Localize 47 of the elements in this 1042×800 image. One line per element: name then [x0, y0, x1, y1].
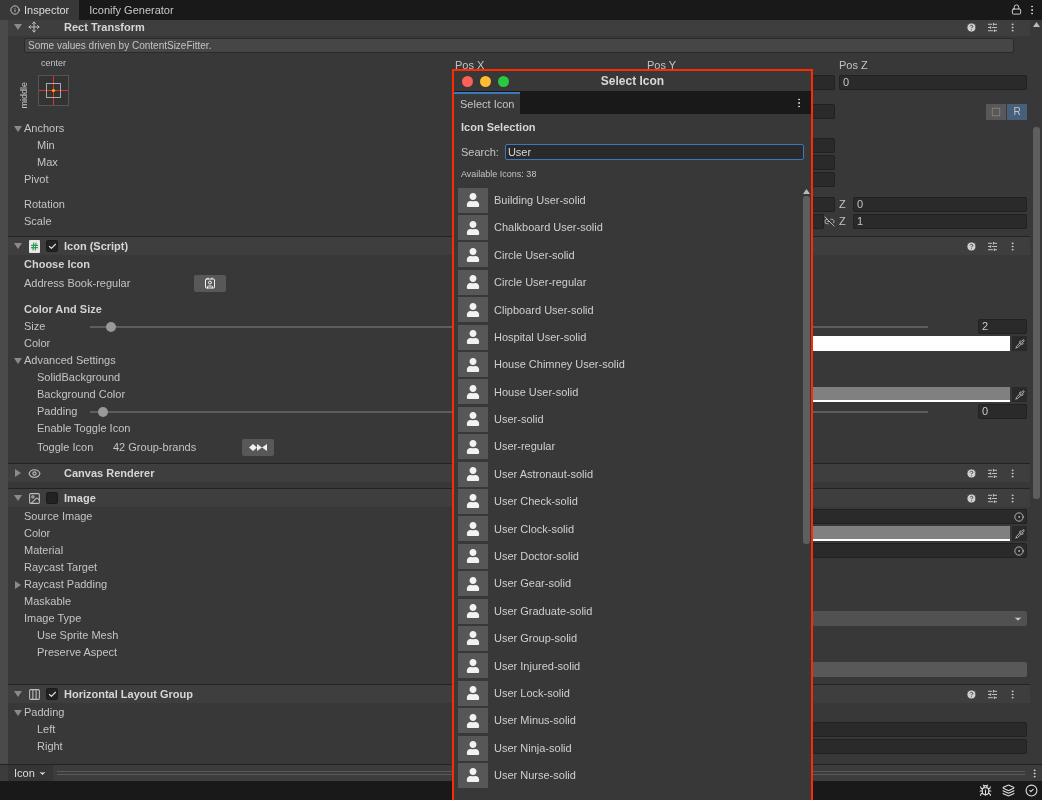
field-label: Scale	[24, 214, 53, 230]
field-label: Pivot	[24, 172, 50, 188]
section-heading: Icon Selection	[461, 120, 537, 135]
field-label: Size	[24, 319, 47, 335]
info-notice: Some values driven by ContentSizeFitter.	[24, 38, 1014, 53]
component-title: Icon (Script)	[64, 238, 129, 254]
field-label: Address Book-regular	[24, 275, 131, 291]
field-label: Min	[37, 138, 56, 154]
field-label: Material	[24, 543, 64, 559]
axis-label: Z	[839, 197, 847, 213]
horizontal-anchor-label: center	[41, 57, 67, 70]
section-heading: Choose Icon	[24, 257, 90, 273]
field-label: SolidBackground	[37, 370, 121, 386]
field-label: Color	[24, 526, 51, 542]
field-label: Toggle Icon	[37, 439, 95, 455]
field-label: Padding	[24, 705, 65, 721]
field-label: Image Type	[24, 611, 82, 627]
vertical-anchor-label: middle	[18, 82, 31, 109]
field-label: Left	[37, 722, 56, 738]
component-title: Image	[64, 490, 96, 506]
field-label: Enable Toggle Icon	[37, 421, 131, 437]
section-heading: Color And Size	[24, 302, 102, 318]
field-label: Raycast Padding	[24, 577, 108, 593]
component-title: Canvas Renderer	[64, 465, 155, 481]
column-label: Pos X	[455, 58, 486, 73]
column-label: Pos Z	[839, 58, 869, 73]
field-label: Padding	[37, 404, 79, 420]
field-label: Source Image	[24, 509, 93, 525]
field-label: Raycast Target	[24, 560, 98, 576]
icon-count: Available Icons: 38	[461, 168, 538, 181]
field-label: Advanced Settings	[24, 353, 116, 369]
field-label: Use Sprite Mesh	[37, 628, 119, 644]
icon-name: 42 Group-brands	[113, 439, 197, 455]
component-title: Horizontal Layout Group	[64, 686, 193, 702]
field-label: Background Color	[37, 387, 126, 403]
field-label: Preserve Aspect	[37, 645, 118, 661]
column-label: Pos Y	[647, 58, 678, 73]
field-label: Right	[37, 739, 63, 755]
field-label: Color	[24, 336, 51, 352]
field-label: Maskable	[24, 594, 72, 610]
field-label: Rotation	[24, 197, 66, 213]
field-label: Anchors	[24, 121, 65, 137]
component-title: Rect Transform	[64, 20, 145, 35]
field-label: Max	[37, 155, 59, 171]
window-title: Select Icon	[600, 73, 665, 90]
search-label: Search:	[461, 144, 499, 160]
axis-label: Z	[839, 214, 847, 230]
